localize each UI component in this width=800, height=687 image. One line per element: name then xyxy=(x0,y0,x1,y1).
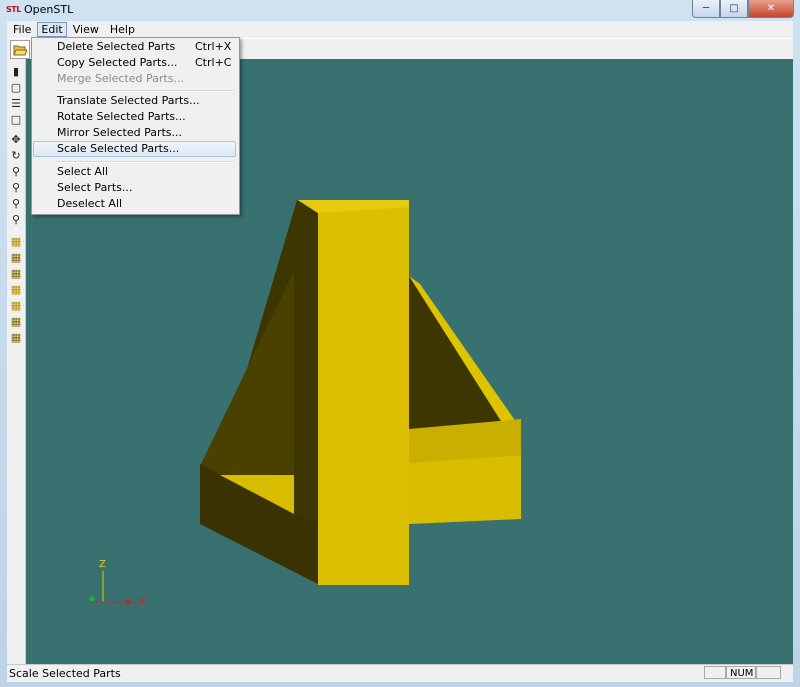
close-button[interactable]: ✕ xyxy=(748,0,794,18)
zoom-in-icon[interactable]: ⚲ xyxy=(9,197,23,211)
menu-item-label: Rotate Selected Parts... xyxy=(57,110,186,123)
view-right-icon[interactable]: ▦ xyxy=(9,283,23,297)
menu-item-label: Copy Selected Parts... xyxy=(57,56,178,69)
x-axis-marker xyxy=(125,599,131,605)
menu-item-label: Scale Selected Parts... xyxy=(57,142,180,155)
menu-item-label: Merge Selected Parts... xyxy=(57,72,184,85)
status-caps-panel xyxy=(704,666,726,679)
status-text: Scale Selected Parts xyxy=(9,667,121,680)
menu-item-label: Select Parts... xyxy=(57,181,133,194)
maximize-button[interactable]: □ xyxy=(720,0,748,18)
pan-icon[interactable]: ✥ xyxy=(9,133,23,147)
menu-item-shortcut: Ctrl+X xyxy=(195,40,232,53)
menu-help[interactable]: Help xyxy=(105,22,140,37)
view-toolbar: ▮ ▢ ☰ □ ✥ ↻ ⚲ ⚲ ⚲ ⚲ ▦ ▦ ▦ ▦ ▦ ▦ ▦ xyxy=(7,59,26,664)
menu-item-delete-selected-parts[interactable]: Delete Selected Parts Ctrl+X xyxy=(33,39,236,55)
maximize-icon: □ xyxy=(729,3,739,14)
menu-separator xyxy=(56,161,234,163)
view-iso-icon[interactable]: ▦ xyxy=(9,331,23,345)
status-num-indicator: NUM xyxy=(726,666,756,679)
open-file-button[interactable] xyxy=(10,40,30,59)
menu-item-mirror-selected-parts[interactable]: Mirror Selected Parts... xyxy=(33,125,236,141)
menu-item-label: Mirror Selected Parts... xyxy=(57,126,183,139)
menu-item-merge-selected-parts: Merge Selected Parts... xyxy=(33,71,236,87)
model-shadow-face xyxy=(200,271,294,477)
rotate-icon[interactable]: ↻ xyxy=(9,149,23,163)
z-axis-label: Z xyxy=(99,559,106,570)
menu-item-translate-selected-parts[interactable]: Translate Selected Parts... xyxy=(33,93,236,109)
app-icon: STL xyxy=(6,5,21,14)
menu-item-label: Translate Selected Parts... xyxy=(57,94,200,107)
minimize-button[interactable]: ─ xyxy=(692,0,720,18)
app-window: STL OpenSTL ─ □ ✕ File Edit View Help ▮ … xyxy=(0,0,800,687)
menu-item-select-all[interactable]: Select All xyxy=(33,164,236,180)
folder-open-icon xyxy=(13,45,27,55)
view-solid-icon[interactable]: ▮ xyxy=(9,65,23,79)
window-controls: ─ □ ✕ xyxy=(692,0,794,18)
menu-item-scale-selected-parts[interactable]: Scale Selected Parts... xyxy=(33,141,236,157)
y-axis-marker xyxy=(89,596,95,602)
menu-item-select-parts[interactable]: Select Parts... xyxy=(33,180,236,196)
view-front-icon[interactable]: ▦ xyxy=(9,235,23,249)
status-scroll-panel xyxy=(756,666,781,679)
zoom-out-icon[interactable]: ⚲ xyxy=(9,213,23,227)
menu-item-rotate-selected-parts[interactable]: Rotate Selected Parts... xyxy=(33,109,236,125)
window-title: OpenSTL xyxy=(24,3,74,16)
zoom-window-icon[interactable]: ⚲ xyxy=(9,165,23,179)
menu-edit[interactable]: Edit xyxy=(37,22,67,37)
close-icon: ✕ xyxy=(766,3,776,14)
minimize-icon: ─ xyxy=(702,3,710,14)
edit-menu-dropdown: Delete Selected Parts Ctrl+X Copy Select… xyxy=(31,37,240,215)
model-right-arm xyxy=(409,455,521,524)
menu-item-deselect-all[interactable]: Deselect All xyxy=(33,196,236,212)
menu-item-label: Delete Selected Parts xyxy=(57,40,176,53)
menu-view[interactable]: View xyxy=(68,22,104,37)
view-bottom-icon[interactable]: ▦ xyxy=(9,315,23,329)
menu-separator xyxy=(56,90,234,92)
menu-file[interactable]: File xyxy=(8,22,36,37)
view-left-icon[interactable]: ▦ xyxy=(9,267,23,281)
zoom-fit-icon[interactable]: ⚲ xyxy=(9,181,23,195)
status-bar: Scale Selected Parts NUM xyxy=(7,664,793,682)
menu-bar: File Edit View Help xyxy=(7,21,793,38)
menu-item-copy-selected-parts[interactable]: Copy Selected Parts... Ctrl+C xyxy=(33,55,236,71)
menu-item-label: Deselect All xyxy=(57,197,123,210)
menu-item-shortcut: Ctrl+C xyxy=(195,56,232,69)
view-back-icon[interactable]: ▦ xyxy=(9,251,23,265)
menu-item-label: Select All xyxy=(57,165,109,178)
view-layers-icon[interactable]: ☰ xyxy=(9,97,23,111)
x-axis-label: X xyxy=(139,597,146,608)
view-top-icon[interactable]: ▦ xyxy=(9,299,23,313)
title-bar: STL OpenSTL ─ □ ✕ xyxy=(0,0,800,21)
view-wireframe-icon[interactable]: ▢ xyxy=(9,81,23,95)
view-box-icon[interactable]: □ xyxy=(9,113,23,127)
